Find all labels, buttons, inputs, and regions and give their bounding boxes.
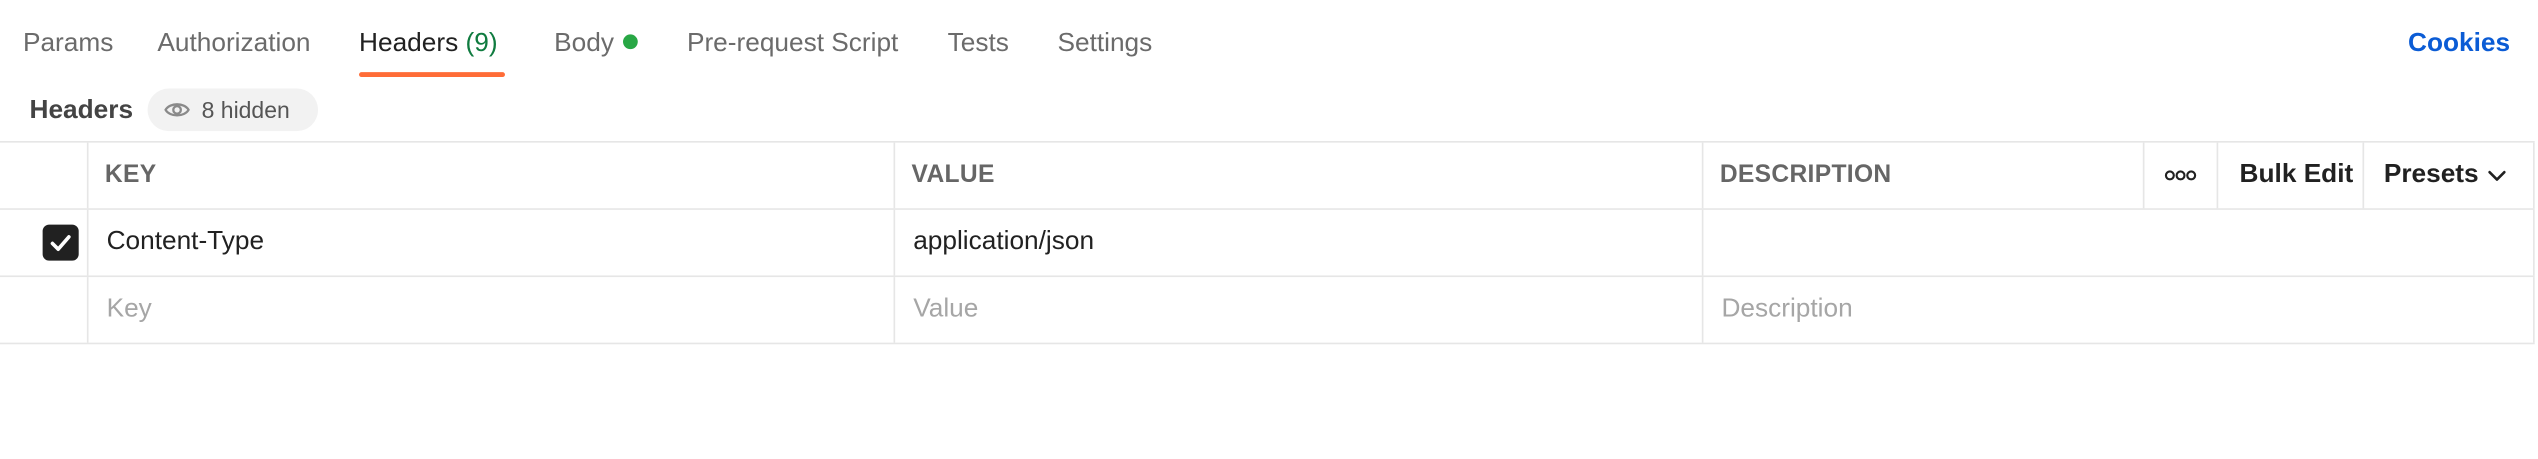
tab-tests[interactable]: Tests	[948, 28, 1009, 61]
body-status-dot-icon	[623, 34, 639, 50]
bulk-edit-button[interactable]: Bulk Edit	[2240, 159, 2354, 192]
column-header-key: KEY	[104, 160, 157, 189]
checkmark-icon	[50, 235, 71, 252]
column-divider	[86, 277, 89, 343]
tab-authorization-label: Authorization	[157, 29, 311, 58]
column-divider	[2142, 142, 2145, 209]
request-config-panel: Params Authorization Headers (9) Body Pr…	[0, 0, 2538, 459]
column-divider	[893, 142, 896, 209]
table-row-new: Key Value Description	[0, 277, 2535, 345]
header-key-field[interactable]: Content-Type	[107, 226, 264, 259]
new-key-input[interactable]: Key	[107, 293, 152, 326]
more-horizontal-icon[interactable]	[2164, 167, 2197, 183]
header-description-field[interactable]	[1721, 226, 2508, 259]
column-divider	[2216, 142, 2219, 209]
tab-pre-request-script[interactable]: Pre-request Script	[687, 28, 898, 61]
header-value-field[interactable]: application/json	[913, 226, 1094, 259]
tab-body[interactable]: Body	[554, 28, 639, 61]
tab-headers-label: Headers	[359, 29, 459, 58]
tab-settings[interactable]: Settings	[1057, 28, 1152, 61]
request-tabs: Params Authorization Headers (9) Body Pr…	[0, 0, 2538, 82]
table-right-border	[2533, 142, 2535, 209]
column-divider	[86, 209, 89, 276]
tab-params-label: Params	[22, 29, 114, 58]
column-divider	[1701, 277, 1704, 343]
column-divider	[86, 142, 89, 209]
tab-settings-label: Settings	[1057, 29, 1153, 58]
column-header-description: DESCRIPTION	[1719, 160, 1892, 189]
tab-tests-label: Tests	[947, 29, 1009, 58]
tab-headers-count: (9)	[465, 29, 498, 58]
row-enabled-checkbox[interactable]	[42, 224, 79, 261]
column-divider	[893, 209, 896, 276]
hidden-headers-toggle[interactable]: 8 hidden	[147, 88, 319, 132]
tab-headers[interactable]: Headers (9)	[359, 28, 498, 61]
new-description-input[interactable]: Description	[1721, 293, 1852, 326]
tab-pre-request-script-label: Pre-request Script	[686, 29, 899, 58]
cookies-link[interactable]: Cookies	[2408, 28, 2510, 61]
column-divider	[2362, 142, 2365, 209]
headers-table: KEY VALUE DESCRIPTION Bulk Edit Presets	[0, 140, 2535, 345]
presets-label: Presets	[2383, 160, 2479, 189]
column-divider	[1701, 142, 1704, 209]
new-value-input[interactable]: Value	[913, 293, 978, 326]
active-tab-indicator	[359, 72, 505, 78]
chevron-down-icon[interactable]	[2487, 166, 2507, 186]
table-row: Content-Type application/json	[0, 209, 2535, 278]
tab-params[interactable]: Params	[23, 28, 113, 61]
table-right-border	[2533, 209, 2535, 276]
column-divider	[893, 277, 896, 343]
tab-authorization[interactable]: Authorization	[157, 28, 310, 61]
column-divider	[1701, 209, 1704, 276]
table-right-border	[2533, 277, 2535, 343]
table-header-row: KEY VALUE DESCRIPTION Bulk Edit Presets	[0, 142, 2535, 210]
hidden-headers-label: 8 hidden	[201, 96, 290, 123]
tab-body-label: Body	[554, 29, 614, 58]
presets-dropdown[interactable]: Presets	[2384, 159, 2479, 192]
eye-icon	[164, 103, 190, 117]
headers-section-title: Headers	[29, 96, 134, 125]
column-header-value: VALUE	[911, 160, 995, 189]
